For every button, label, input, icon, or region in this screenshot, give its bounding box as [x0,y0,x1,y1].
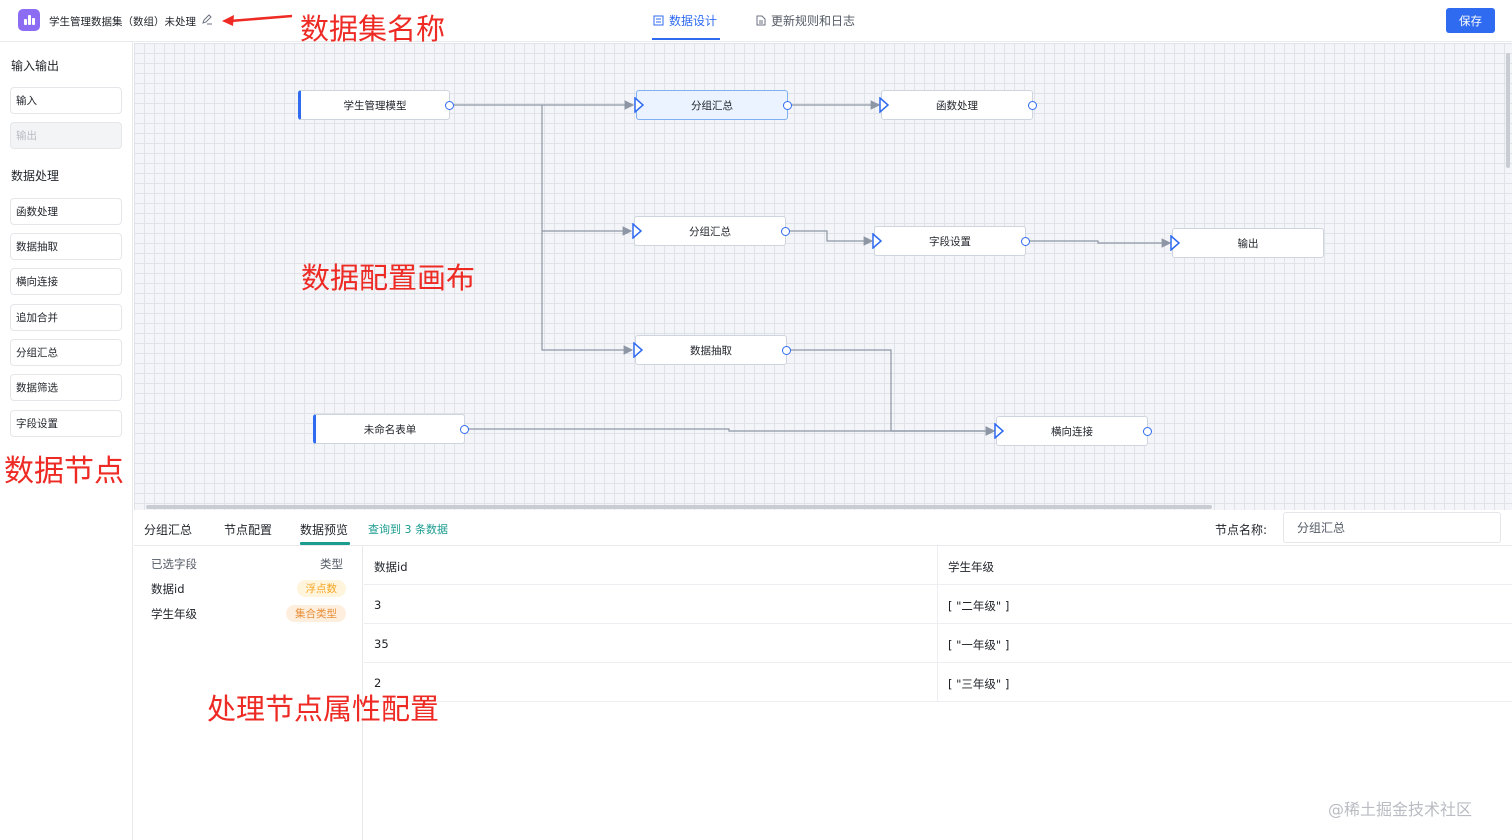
table-row: 35 [ "一年级" ] [364,624,1512,663]
column-header: 学生年级 [948,560,994,574]
flow-node-label: 未命名表单 [363,423,417,436]
top-bar: 学生管理数据集（数组）未处理 数据设计 更新规则和日志 保存 [0,0,1512,42]
selected-fields-header: 已选字段 [151,557,197,571]
table-cell: [ "三年级" ] [948,677,1010,691]
input-port-icon [994,423,1004,439]
field-name: 数据id [151,582,185,596]
table-cell: 35 [374,637,389,651]
palette-item-field-settings[interactable]: 字段设置 [10,410,122,437]
palette-item-join[interactable]: 横向连接 [10,268,122,295]
tab-data-design[interactable]: 数据设计 [653,12,717,29]
input-port-icon [879,97,889,113]
flow-node-function[interactable]: 函数处理 [879,90,1037,120]
input-port-icon [632,223,642,239]
flow-node-join[interactable]: 横向连接 [994,416,1152,446]
annotation-canvas: 数据配置画布 [301,261,476,295]
tab-node-config[interactable]: 节点配置 [224,521,272,538]
node-name-label: 节点名称: [1215,523,1268,537]
tab-data-design-label: 数据设计 [669,14,718,28]
palette-item-function[interactable]: 函数处理 [10,198,122,225]
palette-item-group[interactable]: 分组汇总 [10,339,122,366]
field-name: 学生年级 [151,607,197,621]
dataset-title: 学生管理数据集（数组）未处理 [49,16,196,28]
save-button[interactable]: 保存 [1446,8,1495,33]
type-badge: 浮点数 [296,580,346,597]
tab-update-rules-log[interactable]: 更新规则和日志 [756,12,855,29]
output-port[interactable] [1028,101,1037,110]
edge [541,231,634,355]
flow-node-label: 输出 [1237,237,1259,250]
flow-node-label: 数据抽取 [690,344,732,357]
design-icon [653,15,664,26]
input-port-icon [633,342,643,358]
output-port[interactable] [1021,237,1030,246]
node-name-input[interactable] [1283,512,1501,543]
table-cell: [ "一年级" ] [948,638,1010,652]
flow-node-output[interactable]: 输出 [1170,228,1324,258]
palette-item-filter[interactable]: 数据筛选 [10,374,122,401]
flow-node-untitled-form[interactable]: 未命名表单 [313,414,469,444]
annotation-dataset-name: 数据集名称 [300,12,446,46]
palette-item-input[interactable]: 输入 [10,87,122,114]
edge [1028,238,1172,248]
input-port-icon [872,233,882,249]
tab-group-summary[interactable]: 分组汇总 [144,521,192,538]
output-port[interactable] [460,425,469,434]
annotation-data-nodes: 数据节点 [4,454,124,489]
annotation-arrow-icon [222,14,293,26]
output-port[interactable] [1143,427,1152,436]
edit-icon[interactable] [201,13,213,25]
edge [789,230,874,246]
column-divider [937,546,938,702]
output-port[interactable] [781,227,790,236]
flow-node-field-settings[interactable]: 字段设置 [872,226,1030,256]
watermark: @稀土掘金技术社区 [1328,800,1473,819]
edge [468,426,996,436]
edge [541,105,633,236]
flow-node-label: 分组汇总 [689,225,731,238]
input-port-icon [634,97,644,113]
flow-node-group-summary-2[interactable]: 分组汇总 [632,216,790,246]
input-port-icon [1170,235,1180,251]
section-title-io: 输入输出 [11,59,60,73]
table-row: 2 [ "三年级" ] [364,663,1512,702]
query-result-text: 查询到 3 条数据 [368,523,448,536]
section-title-processing: 数据处理 [11,169,60,183]
type-header: 类型 [320,557,343,571]
document-icon [756,15,766,26]
canvas-horizontal-scrollbar[interactable] [146,505,1212,509]
dataset-logo-icon [18,9,40,31]
active-tab-indicator [300,542,350,545]
type-badge: 集合类型 [286,605,346,622]
output-port[interactable] [782,346,791,355]
flow-node-label: 学生管理模型 [343,99,407,112]
table-row: 3 [ "二年级" ] [364,585,1512,624]
flow-node-extract[interactable]: 数据抽取 [633,335,791,365]
flow-node-label: 字段设置 [929,235,971,248]
palette-item-output: 输出 [10,122,122,149]
tab-update-rules-log-label: 更新规则和日志 [771,14,856,28]
output-port[interactable] [445,101,454,110]
flow-node-label: 函数处理 [936,99,978,112]
flow-node-label: 横向连接 [1051,425,1093,438]
table-header-row: 数据id 学生年级 [364,546,1512,585]
edge [790,349,996,436]
flow-node-group-summary-1[interactable]: 分组汇总 [634,90,792,120]
annotation-node-properties: 处理节点属性配置 [207,692,440,726]
active-tab-indicator [652,38,720,40]
table-cell: 3 [374,598,382,612]
flow-node-student-model[interactable]: 学生管理模型 [298,90,454,120]
flow-node-label: 分组汇总 [691,99,733,112]
table-cell: [ "二年级" ] [948,599,1010,613]
node-palette: 输入输出 输入 输出 数据处理 函数处理 数据抽取 横向连接 追加合并 分组汇总… [0,42,133,840]
palette-item-append[interactable]: 追加合并 [10,304,122,331]
table-cell: 2 [374,676,382,690]
palette-item-extract[interactable]: 数据抽取 [10,233,122,260]
output-port[interactable] [783,101,792,110]
column-header: 数据id [374,560,408,574]
canvas-vertical-scrollbar[interactable] [1506,53,1510,168]
tab-data-preview[interactable]: 数据预览 [300,521,348,538]
